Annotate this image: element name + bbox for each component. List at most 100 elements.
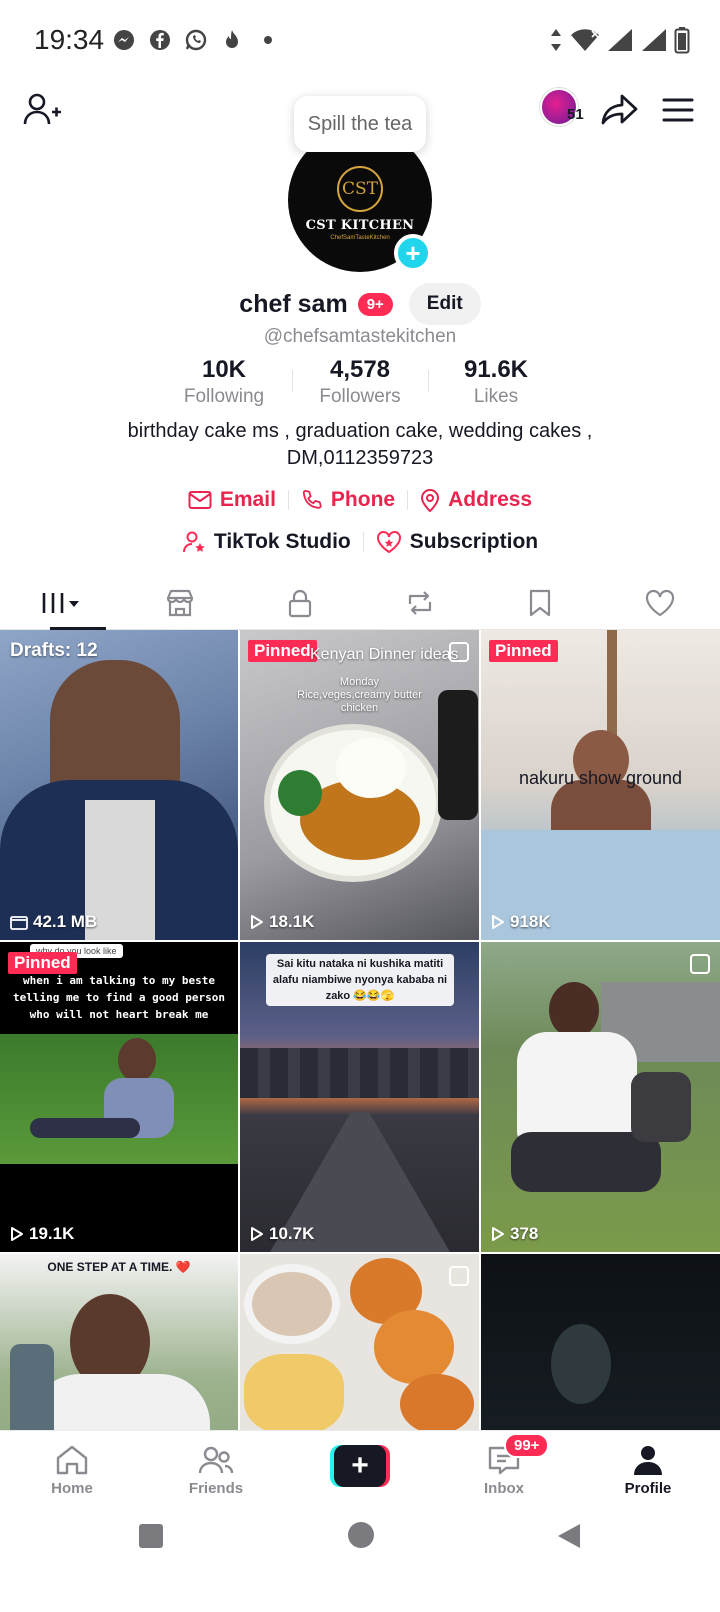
edit-profile-button[interactable]: Edit [408, 283, 481, 325]
status-bar: 19:34 [0, 0, 720, 84]
logo-name: CST KITCHEN [305, 217, 415, 233]
bio: birthday cake ms , graduation cake, wedd… [0, 418, 720, 472]
liked-tab[interactable] [600, 576, 720, 629]
play-icon [251, 1227, 263, 1241]
friends-icon [198, 1446, 234, 1474]
nav-friends[interactable]: Friends [144, 1431, 288, 1510]
status-notifications [112, 28, 280, 52]
nav-friends-label: Friends [188, 1480, 244, 1497]
share-icon[interactable] [598, 88, 640, 130]
user-star-icon [182, 531, 205, 553]
subscription-link[interactable]: Subscription [364, 530, 550, 554]
profile-stats: 10K Following 4,578 Followers 91.6K Like… [156, 356, 564, 410]
subscription-label: Subscription [409, 530, 539, 553]
shop-tab[interactable] [120, 576, 240, 629]
grid-videos-icon [42, 592, 79, 613]
video-tile[interactable]: 378 [481, 942, 720, 1252]
mail-icon [188, 491, 212, 509]
nav-create[interactable]: + [288, 1431, 432, 1510]
thumbnail-pole [607, 630, 617, 740]
thumbnail-shirt [30, 1374, 210, 1430]
reposts-tab[interactable] [360, 576, 480, 629]
thumbnail-bag [631, 1072, 691, 1142]
dot-icon [264, 36, 272, 44]
inbox-badge: 99+ [504, 1433, 550, 1458]
logo-sub: ChefSamTasteKitchen [330, 234, 390, 241]
stat-value: 4,578 [329, 356, 391, 383]
menu-icon[interactable] [660, 92, 696, 128]
stat-label: Followers [319, 386, 401, 407]
username: @chefsamtastekitchen [263, 326, 457, 347]
favorites-tab[interactable] [480, 576, 600, 629]
videos-tab[interactable] [0, 576, 120, 630]
view-count: 19.1K [10, 1224, 74, 1244]
video-tile[interactable] [481, 1254, 720, 1430]
video-caption: nakuru show ground [518, 768, 683, 788]
lock-icon [288, 589, 312, 617]
drafts-tile[interactable]: Drafts: 12 42.1 MB [0, 630, 238, 940]
profile-icon [634, 1446, 662, 1475]
view-count: 18.1K [250, 912, 314, 932]
bookmark-icon [529, 589, 551, 616]
multi-photo-icon [449, 1266, 469, 1286]
spill-the-tea-tooltip[interactable]: Spill the tea [294, 96, 426, 152]
recents-button[interactable] [139, 1524, 163, 1548]
phone-label: Phone [330, 488, 396, 511]
add-story-plus-icon[interactable]: + [394, 234, 432, 272]
view-count: 378 [491, 1224, 538, 1244]
back-button[interactable] [556, 1522, 582, 1550]
create-button[interactable]: + [330, 1444, 390, 1487]
drafts-label: Drafts: 12 [10, 640, 98, 661]
caption-line: Monday [339, 676, 380, 688]
notification-badge[interactable]: 9+ [357, 292, 393, 316]
draft-size: 42.1 MB [10, 912, 97, 932]
video-sub: Monday Rice,veges,creamy butter chicken [240, 676, 479, 715]
stat-following[interactable]: 10K Following [156, 356, 292, 410]
thumbnail-buildings [240, 1048, 479, 1098]
signal-icon [642, 29, 666, 51]
phone-link[interactable]: Phone [289, 488, 407, 512]
thumbnail-head [549, 982, 599, 1038]
messenger-icon [114, 30, 134, 50]
video-tile[interactable]: why do you look like when i am talking t… [0, 942, 238, 1252]
stat-likes[interactable]: 91.6K Likes [428, 356, 564, 410]
fire-icon [226, 30, 238, 48]
nav-profile[interactable]: Profile [576, 1431, 720, 1510]
caption-line: Rice,veges,creamy butter [297, 689, 422, 701]
view-count-label: 378 [510, 1224, 539, 1243]
video-tile[interactable]: Pinned Kenyan Dinner ideas Monday Rice,v… [240, 630, 479, 940]
creator-tools: TikTok Studio Subscription [0, 524, 720, 560]
nav-inbox[interactable]: Inbox 99+ [432, 1431, 576, 1510]
top-nav: Spill the tea 51 [0, 84, 720, 152]
video-tile[interactable]: ONE STEP AT A TIME. ❤️ [0, 1254, 238, 1430]
address-label: Address [448, 488, 533, 511]
view-count: 10.7K [250, 1224, 314, 1244]
email-link[interactable]: Email [176, 488, 288, 512]
video-tile[interactable]: Sai kitu nataka ni kushika matiti alafu … [240, 942, 479, 1252]
stat-followers[interactable]: 4,578 Followers [292, 356, 428, 410]
address-link[interactable]: Address [408, 488, 544, 512]
thumbnail-shirt [517, 1032, 637, 1142]
thumbnail-legs [30, 1118, 140, 1138]
private-tab[interactable] [240, 576, 360, 629]
home-icon [56, 1445, 88, 1475]
play-icon [251, 915, 263, 929]
multi-photo-icon [449, 642, 469, 662]
add-friend-icon[interactable] [22, 90, 62, 130]
wifi-icon [571, 29, 599, 51]
bio-line: DM,0112359723 [286, 447, 434, 469]
nav-home[interactable]: Home [0, 1431, 144, 1510]
profile-tabs [0, 576, 720, 630]
view-count: 918K [491, 912, 551, 932]
stat-label: Following [183, 386, 265, 407]
video-tile[interactable]: Pinned nakuru show ground 918K [481, 630, 720, 940]
thumbnail-omelette [244, 1354, 344, 1430]
home-button[interactable] [348, 1522, 374, 1548]
bio-line: birthday cake ms , graduation cake, wedd… [127, 420, 593, 442]
thumbnail-cup [244, 1264, 340, 1344]
system-nav-bar [0, 1510, 720, 1612]
tiktok-studio-link[interactable]: TikTok Studio [170, 530, 363, 554]
video-tile[interactable] [240, 1254, 479, 1430]
video-title: Kenyan Dinner ideas [310, 646, 459, 663]
name-row: chef sam 9+ Edit [0, 282, 720, 326]
